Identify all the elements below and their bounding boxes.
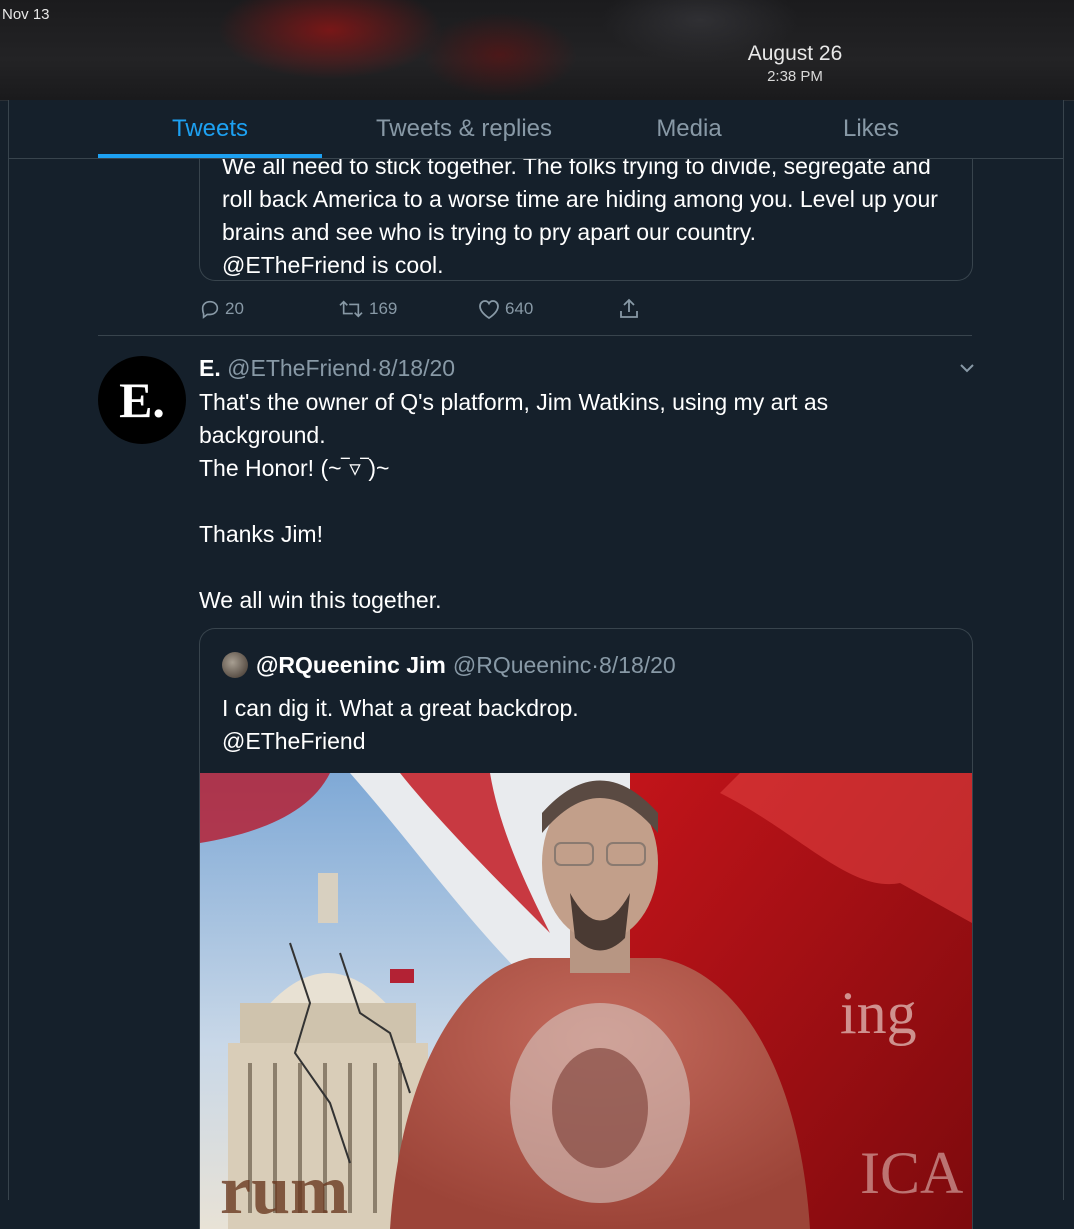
previous-quoted-text: We all need to stick together. The folks… (222, 153, 938, 278)
author-handle[interactable]: @ETheFriend (227, 355, 371, 381)
reply-count: 20 (225, 299, 244, 318)
quoted-tweet[interactable]: @RQueeninc Jim @RQueeninc · 8/18/20 I can … (199, 628, 973, 1229)
blurred-header-banner: Nov 13 August 26 2:38 PM (0, 0, 1074, 101)
retweet-count: 169 (369, 299, 398, 318)
share-button[interactable] (617, 294, 645, 324)
timestamp-date: August 26 (747, 42, 843, 65)
tab-media[interactable]: Media (599, 100, 779, 158)
avatar[interactable]: E. (98, 356, 186, 444)
heart-icon (479, 300, 499, 320)
quoted-avatar (222, 652, 248, 678)
tweet-date[interactable]: 8/18/20 (378, 355, 455, 381)
svg-text:rum: rum (220, 1152, 348, 1229)
svg-text:ing: ing (840, 980, 917, 1046)
quoted-media-image[interactable]: rum ing ICA (200, 773, 972, 1229)
tweet-line: The Honor! (~‾▿‾)~ (199, 455, 390, 481)
tab-likes[interactable]: Likes (781, 100, 961, 158)
corner-date: Nov 13 (2, 6, 50, 23)
tweet-line: Thanks Jim! (199, 521, 323, 547)
tweet-divider (98, 335, 972, 336)
quoted-author-name: @RQueeninc Jim (256, 652, 446, 678)
quoted-separator: · (591, 652, 599, 678)
reply-button[interactable]: 20 (199, 294, 244, 324)
timestamp-time: 2:38 PM (767, 68, 823, 85)
chevron-down-icon[interactable] (957, 358, 977, 378)
like-button[interactable]: 640 (477, 294, 533, 324)
reply-icon (201, 300, 219, 319)
like-count: 640 (505, 299, 534, 318)
svg-text:ICA: ICA (860, 1140, 963, 1206)
tweet-line: We all win this together. (199, 587, 442, 613)
share-icon (620, 298, 638, 318)
profile-tabs: Tweets Tweets & replies Media Likes (9, 100, 1063, 159)
active-tab-indicator (98, 154, 322, 158)
profile-timeline: We all need to stick together. The folks… (8, 100, 1064, 1229)
tab-tweets-and-replies[interactable]: Tweets & replies (349, 100, 579, 158)
quoted-author-handle: @RQueeninc (452, 652, 592, 678)
retweet-button[interactable]: 169 (337, 294, 397, 324)
author-name[interactable]: E. (199, 355, 221, 381)
retweet-icon (339, 300, 363, 318)
quoted-date: 8/18/20 (598, 652, 676, 678)
tweet-text: That's the owner of Q's platform, Jim Wa… (199, 386, 959, 617)
quoted-text: I can dig it. What a great backdrop. @ET… (222, 695, 579, 754)
previous-tweet-actions: 20 169 640 (199, 294, 659, 324)
quoted-tweet-header: @RQueeninc Jim @RQueeninc · 8/18/20 (222, 649, 676, 681)
tweet-line: That's the owner of Q's platform, Jim Wa… (199, 389, 829, 448)
tweet-header: E. @ETheFriend·8/18/20 (199, 352, 455, 384)
tab-tweets[interactable]: Tweets (98, 100, 322, 158)
